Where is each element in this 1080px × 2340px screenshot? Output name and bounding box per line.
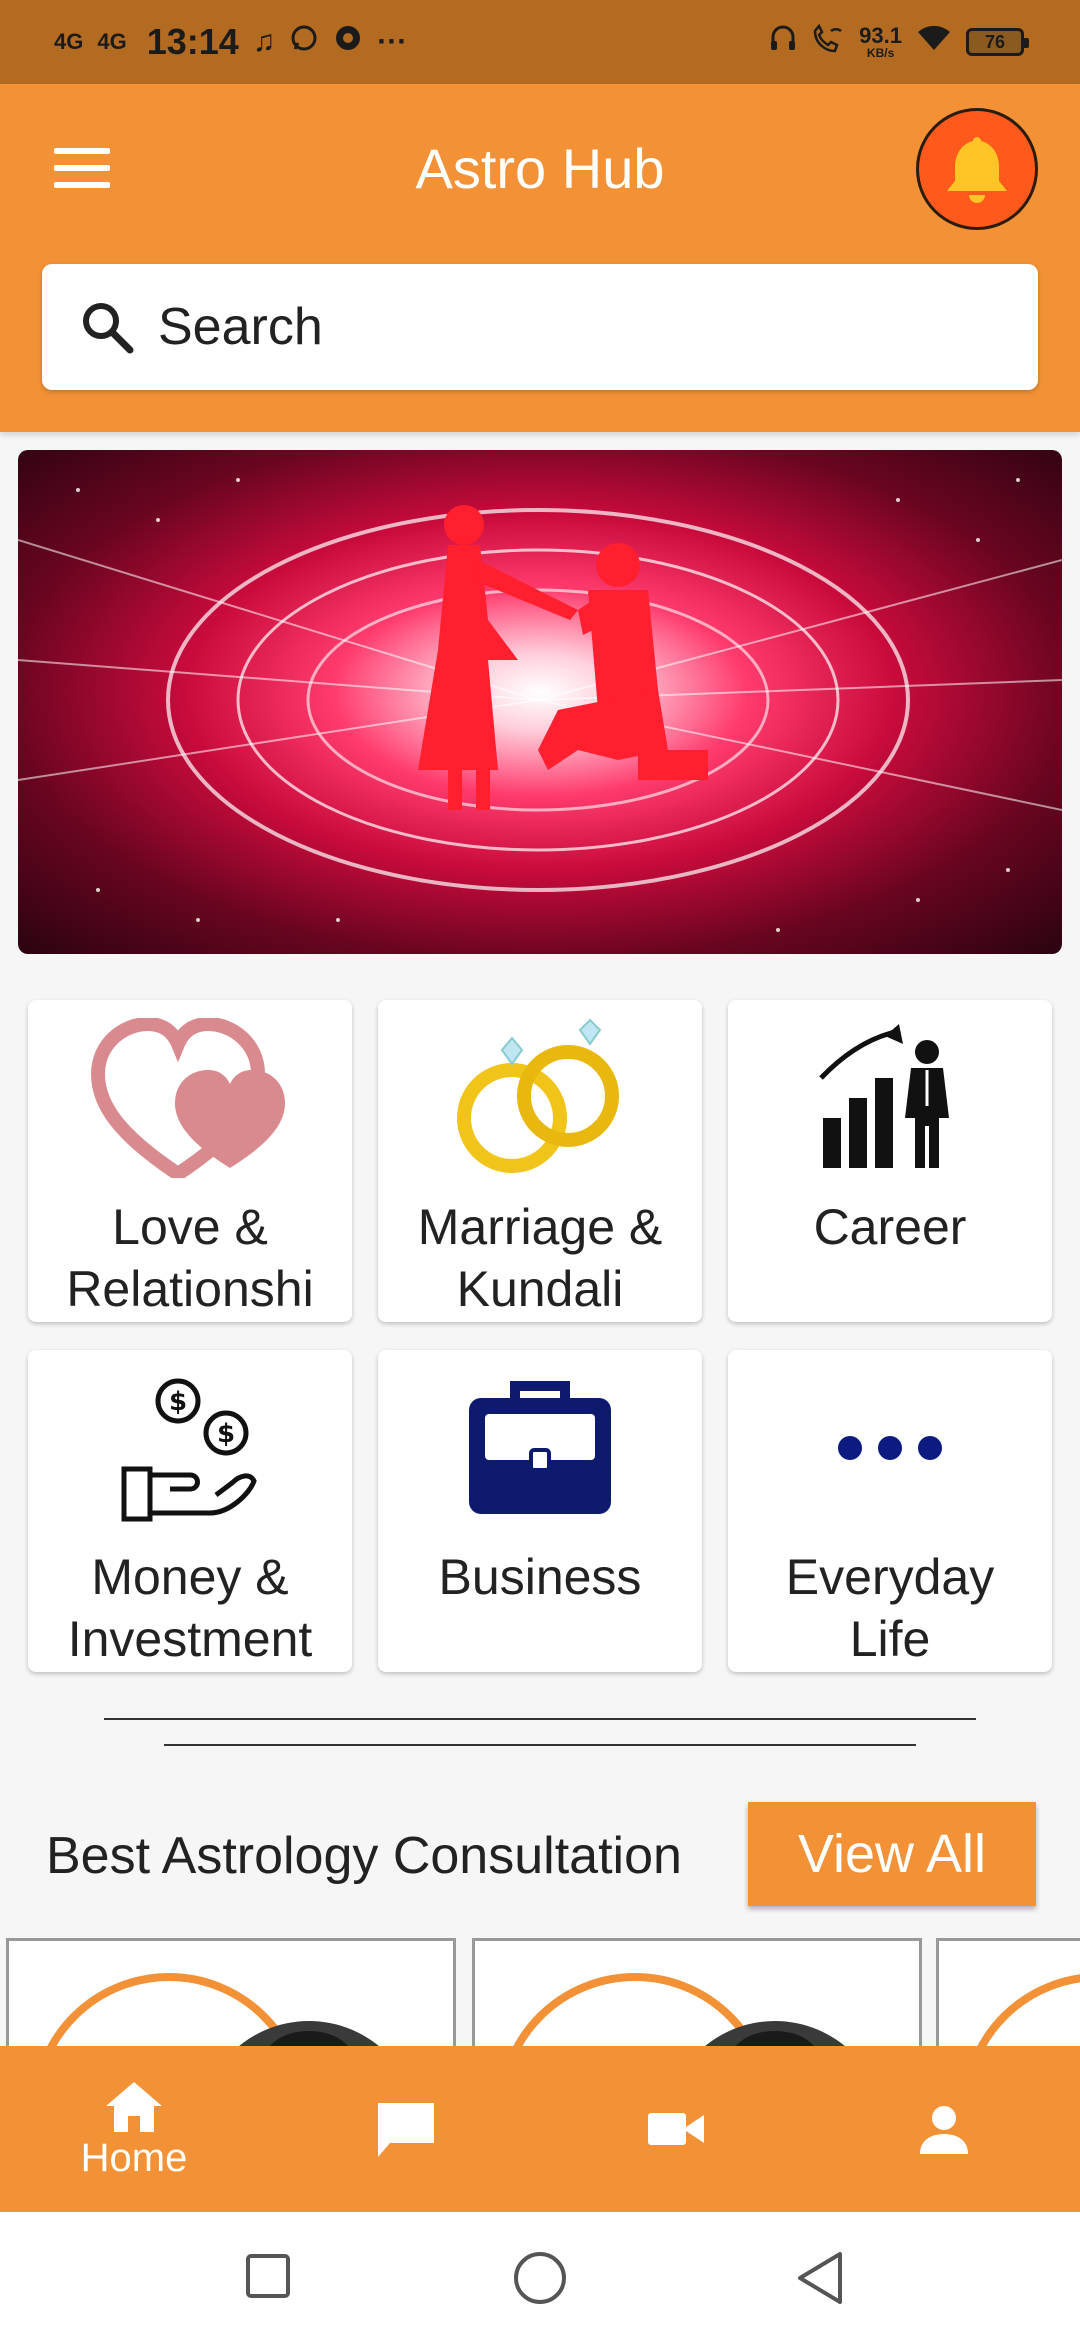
status-time: 13:14 (146, 21, 239, 62)
video-call-icon (648, 2113, 704, 2145)
nav-video[interactable] (626, 2046, 726, 2212)
category-card-career[interactable]: Career (728, 1000, 1052, 1322)
svg-text:$: $ (217, 1419, 235, 1449)
more-dots-icon (838, 1436, 942, 1460)
wifi-icon (916, 24, 952, 60)
hearts-icon (90, 1018, 285, 1178)
search-bar[interactable]: Search (42, 264, 1038, 390)
bottom-navigation: Home (0, 2046, 1080, 2212)
category-label: Love & Relationshi (66, 1199, 314, 1317)
app-screen: 4G 4G 13:14 ♫ ··· 93.1 KB/s 76 Astro Hub… (0, 0, 1080, 2340)
whatsapp-icon (289, 23, 319, 61)
category-card-business[interactable]: Business (378, 1350, 702, 1672)
home-icon (106, 2081, 162, 2132)
category-card-love[interactable]: Love & Relationshi (28, 1000, 352, 1322)
view-all-button[interactable]: View All (748, 1802, 1036, 1906)
network-speed-value: 93.1 (859, 23, 902, 48)
back-triangle-icon[interactable] (794, 2250, 846, 2306)
signal-indicator-1: 4G (54, 29, 84, 54)
section-title: Best Astrology Consultation (46, 1827, 682, 1885)
wifi-call-icon (811, 23, 845, 61)
svg-text:$: $ (169, 1387, 187, 1417)
divider-line (104, 1718, 976, 1720)
nav-home[interactable]: Home (54, 2046, 214, 2212)
nav-home-label: Home (80, 2135, 188, 2180)
signal-indicator-2: 4G (97, 29, 127, 54)
category-card-marriage[interactable]: Marriage & Kundali (378, 1000, 702, 1322)
search-input[interactable]: Search (158, 297, 323, 357)
career-growth-icon (819, 1024, 949, 1168)
system-navigation-bar (0, 2212, 1080, 2340)
category-label: Everyday Life (785, 1549, 995, 1667)
nav-chat[interactable] (356, 2046, 456, 2212)
category-label: Money & Investment (67, 1549, 313, 1667)
search-icon (83, 303, 134, 354)
recents-square-icon[interactable] (244, 2252, 292, 2300)
network-speed-unit: KB/s (866, 46, 895, 60)
music-note-icon: ♫ (252, 25, 276, 58)
person-icon (920, 2106, 968, 2154)
banner-image[interactable] (18, 450, 1062, 954)
headphones-icon (769, 23, 797, 61)
bell-icon (947, 137, 1007, 203)
category-card-money[interactable]: $ $ Money & Investment (28, 1350, 352, 1672)
home-circle-icon[interactable] (512, 2250, 568, 2306)
nav-profile[interactable] (894, 2046, 994, 2212)
more-notifications-icon: ··· (377, 25, 408, 58)
battery-indicator: 76 (966, 28, 1029, 56)
notification-bell-button[interactable] (916, 108, 1038, 230)
app-header: Astro Hub Search (0, 84, 1080, 432)
category-label: Career (813, 1199, 967, 1255)
status-bar: 4G 4G 13:14 ♫ ··· 93.1 KB/s 76 (0, 0, 1080, 84)
money-hand-icon: $ $ (121, 1378, 257, 1522)
network-speed: 93.1 KB/s (859, 23, 902, 60)
divider-line (164, 1744, 916, 1746)
category-label: Marriage & Kundali (417, 1199, 663, 1317)
zodiac-couple-illustration (18, 478, 1062, 932)
rings-icon (457, 1018, 619, 1173)
category-label: Business (438, 1549, 642, 1605)
briefcase-icon (469, 1381, 611, 1514)
chat-icon (378, 2103, 434, 2157)
chrome-icon (333, 23, 363, 61)
category-card-everyday[interactable]: Everyday Life (728, 1350, 1052, 1672)
